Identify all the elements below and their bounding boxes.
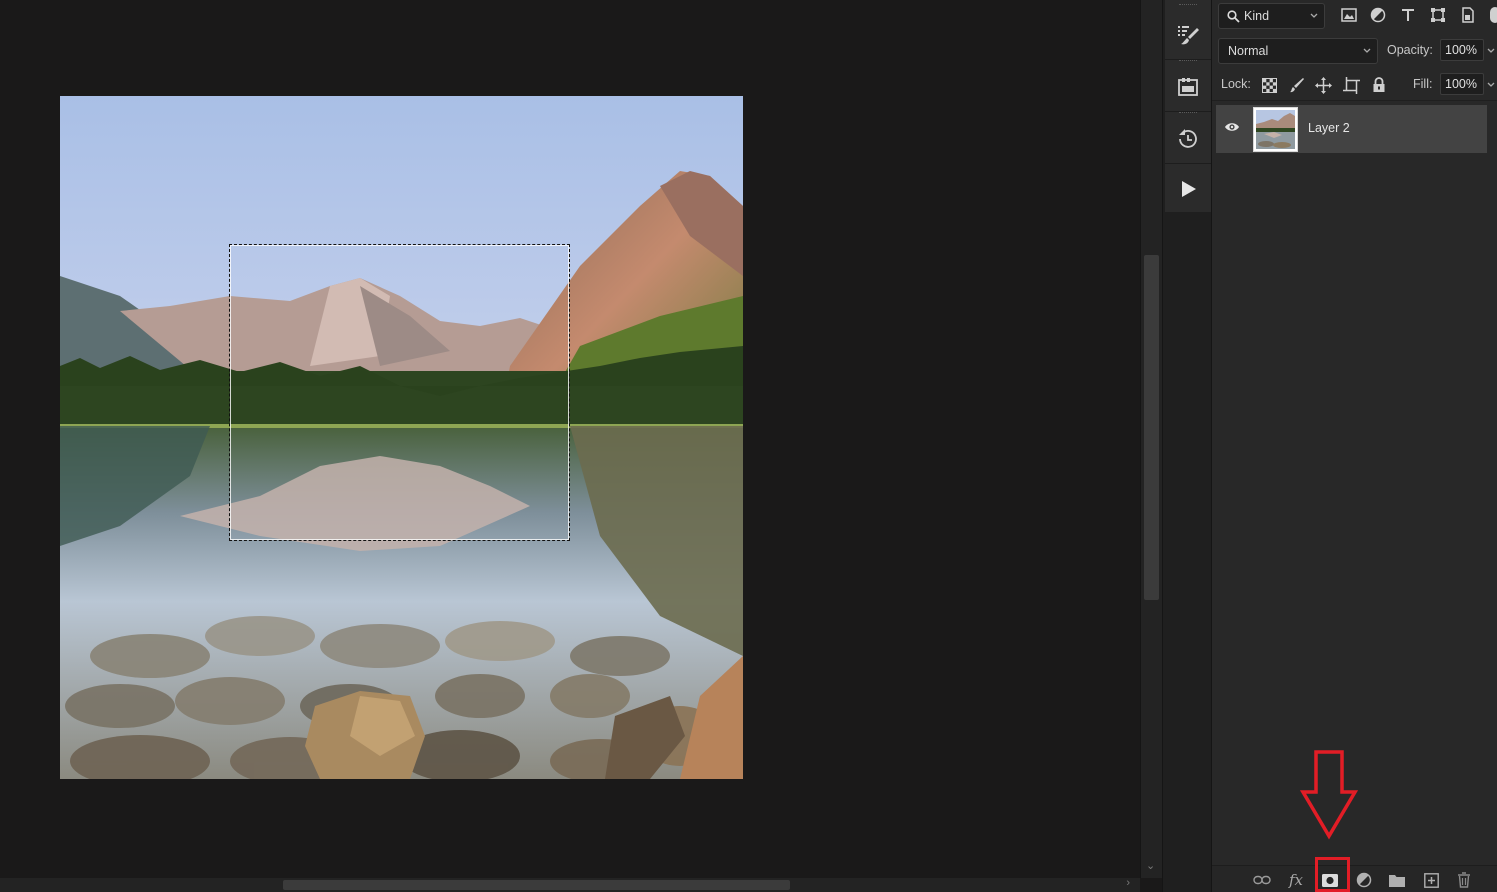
layer-name[interactable]: Layer 2 <box>1308 121 1350 135</box>
brush-settings-icon[interactable] <box>1165 10 1211 60</box>
layers-panel: Kind Normal Opacity: 100% Lock: Fill: 10… <box>1212 0 1497 892</box>
panel-icon-column <box>1165 0 1211 212</box>
vertical-scroll-thumb[interactable] <box>1144 255 1159 600</box>
opacity-input[interactable]: 100% <box>1440 39 1484 61</box>
adjustment-layer-icon[interactable] <box>1354 871 1374 889</box>
marquee-selection[interactable] <box>229 244 570 541</box>
scroll-right-icon[interactable]: › <box>1126 877 1130 889</box>
panel-grip[interactable] <box>1179 4 1197 7</box>
scroll-down-icon[interactable]: ⌄ <box>1146 859 1155 872</box>
fx-label: fx <box>1288 871 1303 889</box>
panel-divider <box>1212 100 1497 101</box>
lock-position-icon[interactable] <box>1314 76 1332 94</box>
annotation-highlight-box <box>1315 857 1350 892</box>
search-icon <box>1227 9 1240 23</box>
chevron-down-icon <box>1363 48 1371 53</box>
link-layers-icon[interactable] <box>1252 871 1272 889</box>
actions-play-icon[interactable] <box>1165 164 1211 214</box>
lock-all-icon[interactable] <box>1370 76 1388 94</box>
blend-mode-select[interactable]: Normal <box>1218 38 1378 64</box>
lock-transparent-pixels-icon[interactable] <box>1260 76 1278 94</box>
opacity-chevron-icon[interactable] <box>1486 39 1496 61</box>
pixel-layer-filter-icon[interactable] <box>1340 6 1358 24</box>
fill-input[interactable]: 100% <box>1440 73 1484 95</box>
fill-label: Fill: <box>1413 77 1433 91</box>
layer-row[interactable]: Layer 2 <box>1216 105 1487 153</box>
group-folder-icon[interactable] <box>1387 871 1407 889</box>
fx-icon[interactable]: fx <box>1286 871 1306 889</box>
lock-artboard-icon[interactable] <box>1342 76 1360 94</box>
opacity-label: Opacity: <box>1387 43 1433 57</box>
smart-object-filter-icon[interactable] <box>1459 6 1477 24</box>
type-layer-filter-icon[interactable] <box>1399 6 1417 24</box>
fill-chevron-icon[interactable] <box>1486 73 1496 95</box>
shape-layer-filter-icon[interactable] <box>1429 6 1447 24</box>
filter-kind-label: Kind <box>1244 9 1270 23</box>
new-layer-icon[interactable] <box>1421 871 1441 889</box>
collapsed-panel-strip <box>1162 0 1212 892</box>
blend-mode-value: Normal <box>1228 44 1269 58</box>
trash-icon[interactable] <box>1454 871 1474 889</box>
lock-image-pixels-icon[interactable] <box>1288 76 1306 94</box>
library-icon[interactable] <box>1165 62 1211 112</box>
annotation-arrow-icon <box>1299 750 1359 843</box>
chevron-down-icon <box>1310 13 1318 18</box>
document-canvas[interactable] <box>0 0 1140 878</box>
filter-toggle-icon[interactable] <box>1484 6 1497 24</box>
lock-label: Lock: <box>1221 77 1251 91</box>
adjustment-layer-filter-icon[interactable] <box>1369 6 1387 24</box>
layers-bottom-bar: fx <box>1212 865 1497 892</box>
history-icon[interactable] <box>1165 114 1211 164</box>
visibility-eye-icon[interactable] <box>1224 121 1240 136</box>
layer-thumbnail[interactable] <box>1253 107 1298 152</box>
filter-kind-select[interactable]: Kind <box>1218 3 1325 29</box>
vertical-scrollbar[interactable]: ⌄ <box>1140 0 1162 878</box>
horizontal-scrollbar[interactable]: › <box>0 877 1140 892</box>
horizontal-scroll-thumb[interactable] <box>283 880 790 890</box>
